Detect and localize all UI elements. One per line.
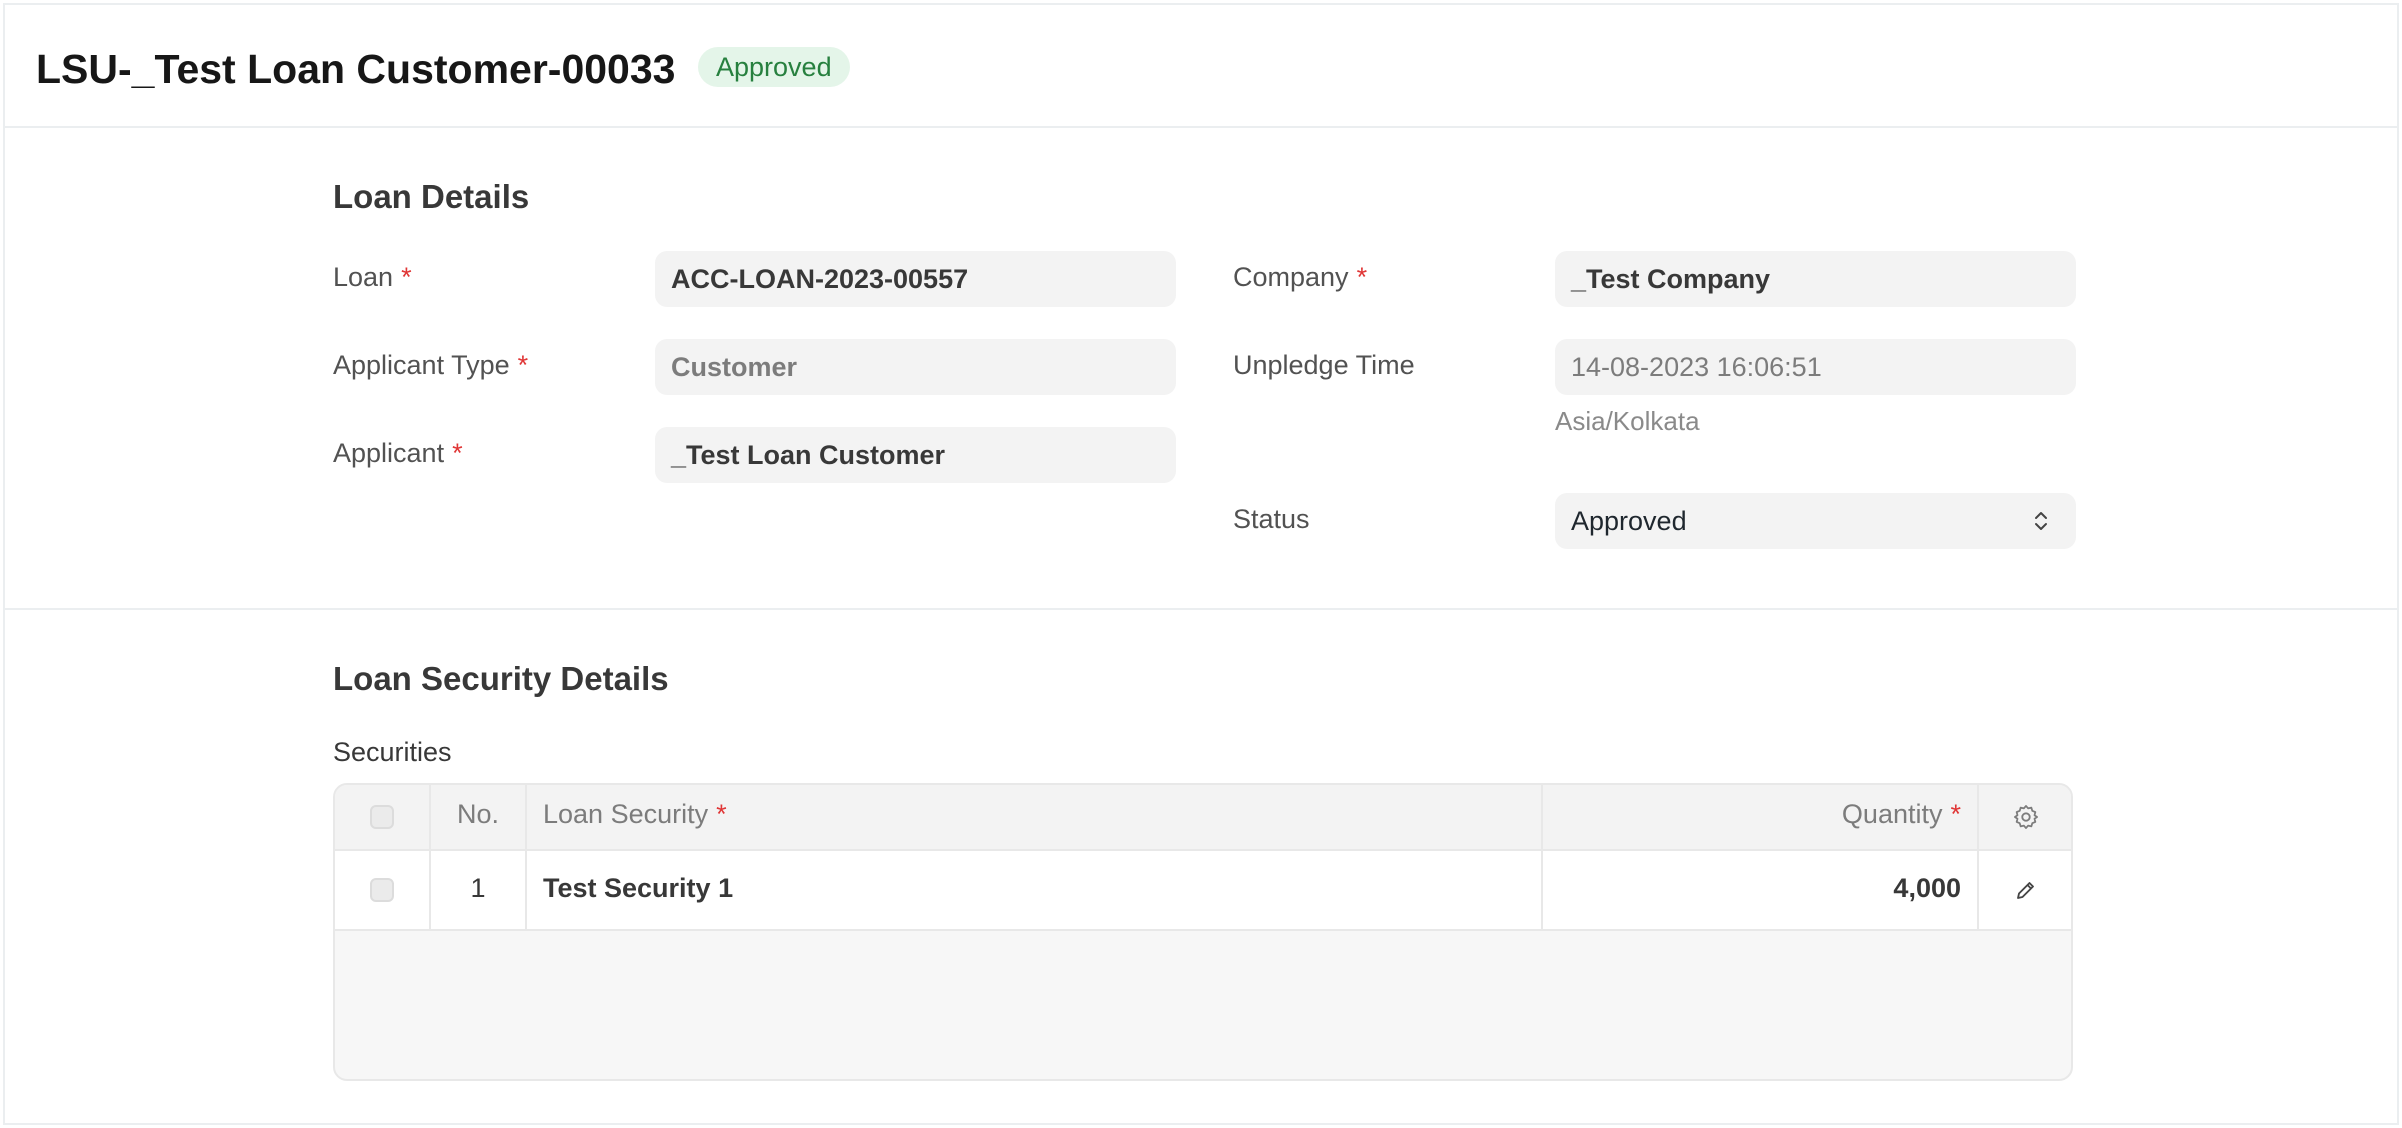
applicant-type-field[interactable]: Customer <box>655 339 1176 395</box>
applicant-type-label: Applicant Type * <box>333 350 529 380</box>
pencil-icon[interactable] <box>2014 878 2038 902</box>
status-select-value: Approved <box>1571 506 1687 536</box>
loan-label: Loan * <box>333 262 412 292</box>
row-checkbox[interactable] <box>370 878 394 902</box>
page-header: LSU-_Test Loan Customer-00033 Approved <box>5 5 2397 128</box>
header-select-cell <box>335 785 431 849</box>
column-header-quantity: Quantity * <box>1841 799 1961 829</box>
row-number: 1 <box>470 873 486 903</box>
document-page: LSU-_Test Loan Customer-00033 Approved L… <box>3 3 2399 1125</box>
page-title: LSU-_Test Loan Customer-00033 <box>36 46 676 92</box>
quantity-value: 4,000 <box>1893 873 1961 903</box>
header-settings-cell <box>1979 785 2071 849</box>
row-select-cell <box>335 851 431 929</box>
header-no-cell: No. <box>431 785 527 849</box>
company-label: Company * <box>1233 262 1368 292</box>
row-loan-security-cell[interactable]: Test Security 1 <box>527 851 1543 929</box>
loan-field[interactable]: ACC-LOAN-2023-00557 <box>655 251 1176 307</box>
header-loan-security-cell: Loan Security * <box>527 785 1543 849</box>
chevron-updown-icon <box>2035 512 2047 530</box>
status-label: Status <box>1233 504 1310 534</box>
column-header-loan-security: Loan Security * <box>543 799 727 829</box>
table-header-row: No. Loan Security * Quantity * <box>335 785 2071 851</box>
applicant-field[interactable]: _Test Loan Customer <box>655 427 1176 483</box>
loan-security-details-section: Loan Security Details Securities No. Loa… <box>5 610 2397 1125</box>
timezone-hint: Asia/Kolkata <box>1555 406 1700 436</box>
unpledge-time-label: Unpledge Time <box>1233 350 1415 380</box>
column-header-no: No. <box>456 799 500 829</box>
row-quantity-cell[interactable]: 4,000 <box>1543 851 1979 929</box>
applicant-label: Applicant * <box>333 438 463 468</box>
loan-details-section: Loan Details Loan * ACC-LOAN-2023-00557 A… <box>5 128 2397 610</box>
securities-table: No. Loan Security * Quantity * 1 Test Se… <box>333 783 2073 1081</box>
securities-table-label: Securities <box>333 737 452 767</box>
section-title-loan-details: Loan Details <box>333 178 530 215</box>
status-select[interactable]: Approved <box>1555 493 2076 549</box>
company-field[interactable]: _Test Company <box>1555 251 2076 307</box>
unpledge-time-field[interactable]: 14-08-2023 16:06:51 <box>1555 339 2076 395</box>
status-badge: Approved <box>698 47 850 87</box>
gear-icon[interactable] <box>2012 803 2040 831</box>
select-all-checkbox[interactable] <box>370 805 394 829</box>
section-title-loan-security-details: Loan Security Details <box>333 660 669 697</box>
header-quantity-cell: Quantity * <box>1543 785 1979 849</box>
row-edit-cell <box>1979 851 2071 929</box>
table-row[interactable]: 1 Test Security 1 4,000 <box>335 851 2071 931</box>
row-no-cell: 1 <box>431 851 527 929</box>
loan-security-value: Test Security 1 <box>543 873 734 903</box>
